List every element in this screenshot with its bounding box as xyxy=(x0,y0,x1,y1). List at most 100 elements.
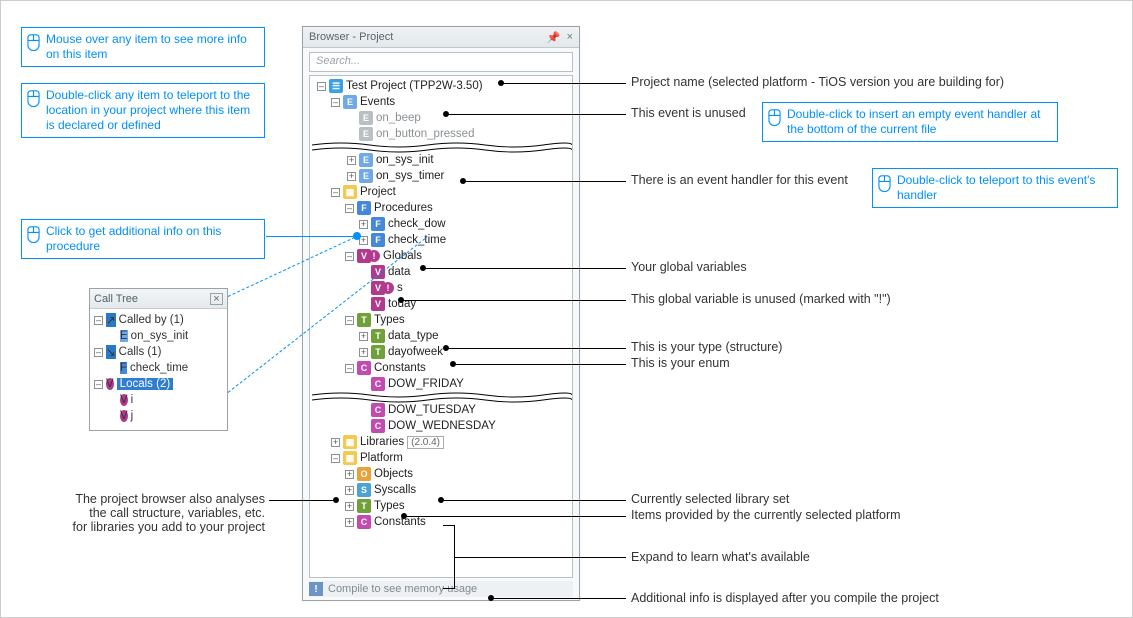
collapse-icon[interactable]: – xyxy=(331,98,340,107)
tree-item-data[interactable]: V data xyxy=(312,264,572,280)
tree-item-on-button-pressed[interactable]: E on_button_pressed xyxy=(312,126,572,142)
calltree-item-i[interactable]: V i xyxy=(94,392,223,408)
collapse-icon[interactable]: – xyxy=(345,316,354,325)
tree-item-dow-friday[interactable]: C DOW_FRIDAY xyxy=(312,376,572,392)
tree-item-objects[interactable]: + O Objects xyxy=(312,466,572,482)
lib-version-badge: (2.0.4) xyxy=(407,436,444,449)
node-label: Calls (1) xyxy=(119,346,162,358)
function-icon: F xyxy=(371,217,385,231)
type-icon: T xyxy=(371,345,385,359)
project-icon: ☰ xyxy=(329,79,343,93)
tree-node-platform[interactable]: – ▦ Platform xyxy=(312,450,572,466)
expand-icon[interactable]: + xyxy=(345,518,354,527)
annotation-unused-event: This event is unused xyxy=(631,106,746,120)
calltree-item-check-time[interactable]: F check_time xyxy=(94,360,223,376)
calltree-node-locals[interactable]: – V Locals (2) xyxy=(94,376,223,392)
event-icon: E xyxy=(359,153,373,167)
calltree-item-on-sys-init[interactable]: E on_sys_init xyxy=(94,328,223,344)
expand-icon[interactable]: + xyxy=(359,220,368,229)
function-icon: F xyxy=(371,233,385,247)
search-input[interactable]: Search... xyxy=(309,52,573,72)
node-label: Constants xyxy=(374,362,426,374)
node-label: Libraries xyxy=(360,436,404,448)
pin-icon[interactable]: 📌 xyxy=(547,31,561,44)
syscalls-icon: S xyxy=(357,483,371,497)
collapse-icon[interactable]: – xyxy=(331,188,340,197)
mouse-icon xyxy=(27,89,40,107)
tree-item-s[interactable]: V ! s xyxy=(312,280,572,296)
calltree-item-j[interactable]: V j xyxy=(94,408,223,424)
tree-node-libraries[interactable]: + ▦ Libraries (2.0.4) xyxy=(312,434,572,450)
collapse-icon[interactable]: – xyxy=(331,454,340,463)
calltree-node-calls[interactable]: – ↘ Calls (1) xyxy=(94,344,223,360)
tree-node-constants[interactable]: – C Constants xyxy=(312,360,572,376)
constant-icon: C xyxy=(371,419,385,433)
node-label: Project xyxy=(360,186,396,198)
leader-line xyxy=(401,300,626,301)
collapse-icon[interactable]: – xyxy=(345,364,354,373)
expand-icon[interactable]: + xyxy=(345,470,354,479)
event-icon: E xyxy=(120,330,128,342)
collapse-icon[interactable]: – xyxy=(345,204,354,213)
collapse-icon[interactable]: – xyxy=(317,82,326,91)
annotation-project-name: Project name (selected platform - TiOS v… xyxy=(631,75,1004,89)
collapse-icon[interactable]: – xyxy=(345,252,354,261)
expand-icon[interactable]: + xyxy=(347,172,356,181)
tip-to-handler: Double-click to teleport to this event's… xyxy=(872,168,1118,208)
tree-item-syscalls[interactable]: + S Syscalls xyxy=(312,482,572,498)
tree-item-check-time[interactable]: + F check_time xyxy=(312,232,572,248)
tree-item-on-beep[interactable]: E on_beep xyxy=(312,110,572,126)
calltree-node-calledby[interactable]: – ↗ Called by (1) xyxy=(94,312,223,328)
type-icon: T xyxy=(371,329,385,343)
collapse-icon[interactable]: – xyxy=(94,348,103,357)
item-label: dayofweek xyxy=(388,346,443,358)
item-label: on_beep xyxy=(376,112,421,124)
tree-item-check-dow[interactable]: + F check_dow xyxy=(312,216,572,232)
item-label: check_dow xyxy=(388,218,446,230)
tree-node-events[interactable]: – E Events xyxy=(312,94,572,110)
event-icon: E xyxy=(343,95,357,109)
variable-icon: V xyxy=(106,378,114,390)
variable-icon: V xyxy=(120,410,128,422)
variable-icon: V xyxy=(120,394,128,406)
tree-item-today[interactable]: V today xyxy=(312,296,572,312)
item-label: on_sys_init xyxy=(376,154,434,166)
expand-icon[interactable]: + xyxy=(331,438,340,447)
leader-line xyxy=(491,598,626,599)
item-label: DOW_WEDNESDAY xyxy=(388,420,496,432)
leader-line xyxy=(455,557,626,558)
tree-node-types[interactable]: – T Types xyxy=(312,312,572,328)
tree-node-globals[interactable]: – V ! Globals xyxy=(312,248,572,264)
annotation-type-enum: This is your enum xyxy=(631,356,730,370)
expand-icon[interactable]: + xyxy=(345,502,354,511)
close-icon[interactable]: × xyxy=(567,31,573,44)
leader-line xyxy=(453,364,626,365)
leader-line xyxy=(501,83,626,84)
tree-item-on-sys-init[interactable]: + E on_sys_init xyxy=(312,152,572,168)
annotation-has-handler: There is an event handler for this event xyxy=(631,173,848,187)
constant-icon: C xyxy=(371,377,385,391)
browser-titlebar: Browser - Project 📌 × xyxy=(303,27,579,48)
close-icon[interactable]: × xyxy=(210,293,223,305)
annotation-type-struct: This is your type (structure) xyxy=(631,340,782,354)
leader-line xyxy=(404,516,626,517)
tree-item-dayofweek[interactable]: + T dayofweek xyxy=(312,344,572,360)
mouse-icon xyxy=(27,225,40,243)
tip-text: Double-click to teleport to this event's… xyxy=(897,173,1095,202)
collapse-icon[interactable]: – xyxy=(94,316,103,325)
tree-root-project[interactable]: – ☰ Test Project (TPP2W-3.50) xyxy=(312,78,572,94)
collapse-icon[interactable]: – xyxy=(94,380,103,389)
expand-icon[interactable]: + xyxy=(359,332,368,341)
tree-node-project-folder[interactable]: – ▦ Project xyxy=(312,184,572,200)
tree-item-data-type[interactable]: + T data_type xyxy=(312,328,572,344)
tree-item-dow-tuesday[interactable]: C DOW_TUESDAY xyxy=(312,402,572,418)
expand-icon[interactable]: + xyxy=(345,486,354,495)
node-label: Called by (1) xyxy=(119,314,184,326)
tree-node-procedures[interactable]: – F Procedures xyxy=(312,200,572,216)
item-label: Objects xyxy=(374,468,413,480)
node-label: Types xyxy=(374,314,405,326)
leader-line xyxy=(446,114,626,115)
tree-item-dow-wednesday[interactable]: C DOW_WEDNESDAY xyxy=(312,418,572,434)
expand-icon[interactable]: + xyxy=(347,156,356,165)
expand-icon[interactable]: + xyxy=(359,348,368,357)
